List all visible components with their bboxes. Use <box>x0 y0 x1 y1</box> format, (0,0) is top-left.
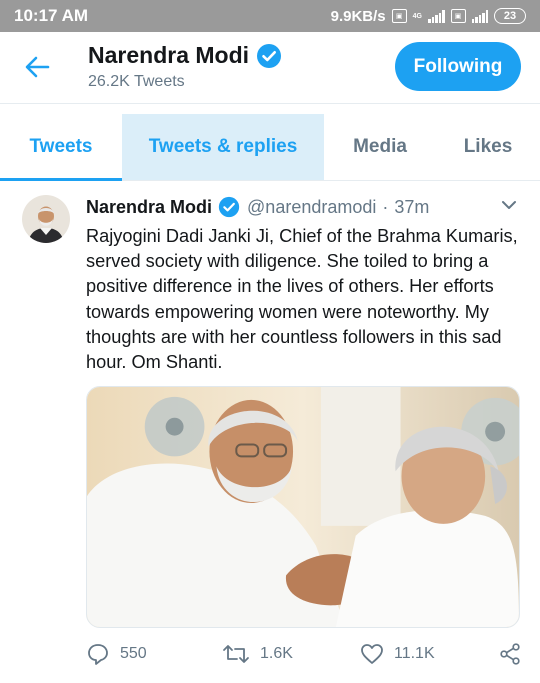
tweet-count: 26.2K Tweets <box>88 73 185 90</box>
signal-icon <box>428 9 445 23</box>
tweet-photo[interactable] <box>86 386 520 628</box>
reply-icon <box>88 644 108 665</box>
avatar[interactable] <box>22 195 70 243</box>
sim2-icon: ▣ <box>450 9 466 23</box>
tweet-text: Rajyogini Dadi Janki Ji, Chief of the Br… <box>86 226 518 373</box>
following-button[interactable]: Following <box>395 42 521 91</box>
tab-tweets-replies[interactable]: Tweets & replies <box>122 114 324 180</box>
reply-action[interactable]: 550 <box>86 642 147 666</box>
profile-tabs: Tweets Tweets & replies Media Likes <box>0 114 540 181</box>
tweet-separator: · <box>382 196 389 217</box>
arrow-left-icon[interactable] <box>22 52 52 82</box>
status-time: 10:17 AM <box>14 6 89 25</box>
profile-header: Narendra Modi 26.2K Tweets Following <box>0 32 540 104</box>
tweet-actions: 550 1.6K 11.1K <box>86 640 526 670</box>
like-count: 11.1K <box>394 645 435 662</box>
share-action[interactable] <box>498 642 522 666</box>
vo-lte-icon: ▣ <box>391 9 407 23</box>
tab-likes[interactable]: Likes <box>436 114 540 180</box>
verified-badge-icon <box>257 43 282 68</box>
like-action[interactable]: 11.1K <box>360 642 435 666</box>
signal-2-icon <box>471 9 488 23</box>
tweet-author[interactable]: Narendra Modi <box>86 197 212 218</box>
share-icon <box>500 643 520 665</box>
reply-count: 550 <box>120 645 147 662</box>
profile-name: Narendra Modi <box>88 42 282 69</box>
network-speed: 9.9KB/s <box>330 7 386 25</box>
retweet-count: 1.6K <box>260 645 293 662</box>
retweet-icon <box>223 645 249 663</box>
verified-badge-icon <box>218 196 240 218</box>
tweet-header: Narendra Modi @narendramodi · 37m <box>86 195 429 219</box>
tweet-time: 37m <box>394 196 430 217</box>
status-bar: 10:17 AM 9.9KB/s ▣ 4G ▣ 23 <box>0 0 540 32</box>
status-icons: 9.9KB/s ▣ 4G ▣ 23 <box>331 6 526 26</box>
tab-media[interactable]: Media <box>324 114 436 180</box>
battery-icon: 23 <box>494 8 526 24</box>
heart-icon <box>361 644 383 664</box>
chevron-down-icon[interactable] <box>500 196 518 214</box>
retweet-action[interactable]: 1.6K <box>222 642 293 666</box>
network-type-icon: 4G <box>412 12 422 20</box>
tweet-handle[interactable]: @narendramodi <box>247 197 376 218</box>
tab-tweets[interactable]: Tweets <box>0 114 122 181</box>
